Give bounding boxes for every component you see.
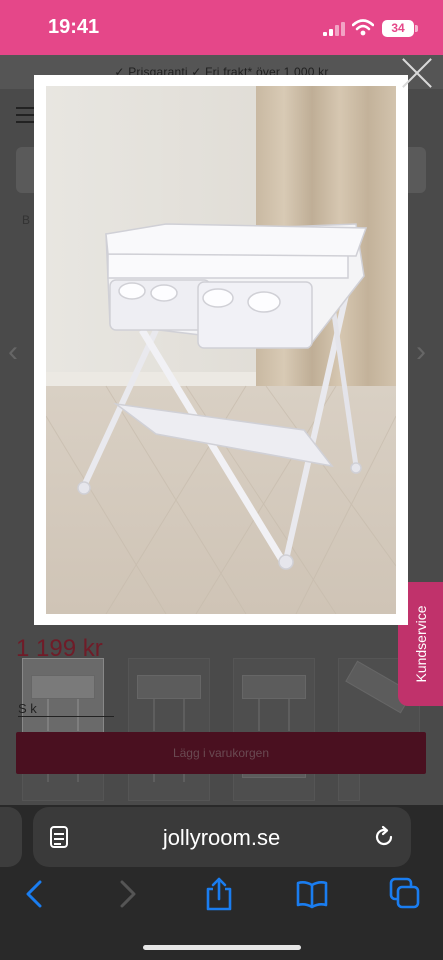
add-to-cart-button[interactable]: Lägg i varukorgen [16, 732, 426, 774]
product-link[interactable]: S k [18, 701, 114, 717]
gallery-thumbnail[interactable] [128, 658, 210, 740]
reload-icon[interactable] [372, 825, 396, 849]
gallery-thumbnail[interactable] [233, 658, 315, 740]
status-bar: 19:41 34 [0, 0, 443, 55]
breadcrumb[interactable]: B [22, 213, 32, 227]
url-text[interactable]: jollyroom.se [100, 825, 343, 851]
gallery-prev-arrow-icon[interactable]: ‹ [8, 335, 18, 369]
close-icon[interactable] [398, 53, 436, 91]
hamburger-menu-icon[interactable] [16, 107, 36, 123]
share-icon[interactable] [203, 877, 235, 911]
tabs-icon[interactable] [389, 877, 421, 911]
home-indicator [143, 945, 301, 950]
customer-service-label: Kundservice [412, 605, 429, 683]
page-format-icon[interactable] [49, 826, 71, 850]
forward-icon[interactable] [112, 877, 144, 911]
cellular-signal-icon [323, 22, 345, 36]
bookmarks-icon[interactable] [296, 877, 328, 911]
gallery-thumbnail[interactable] [22, 658, 104, 740]
status-time: 19:41 [48, 16, 100, 38]
wifi-icon [352, 19, 374, 36]
battery-tip [415, 25, 418, 32]
gallery-next-arrow-icon[interactable]: › [416, 335, 426, 369]
battery-level: 34 [382, 20, 414, 37]
previous-tab-peek[interactable] [0, 807, 22, 867]
product-photo [46, 86, 396, 614]
back-icon[interactable] [20, 877, 52, 911]
